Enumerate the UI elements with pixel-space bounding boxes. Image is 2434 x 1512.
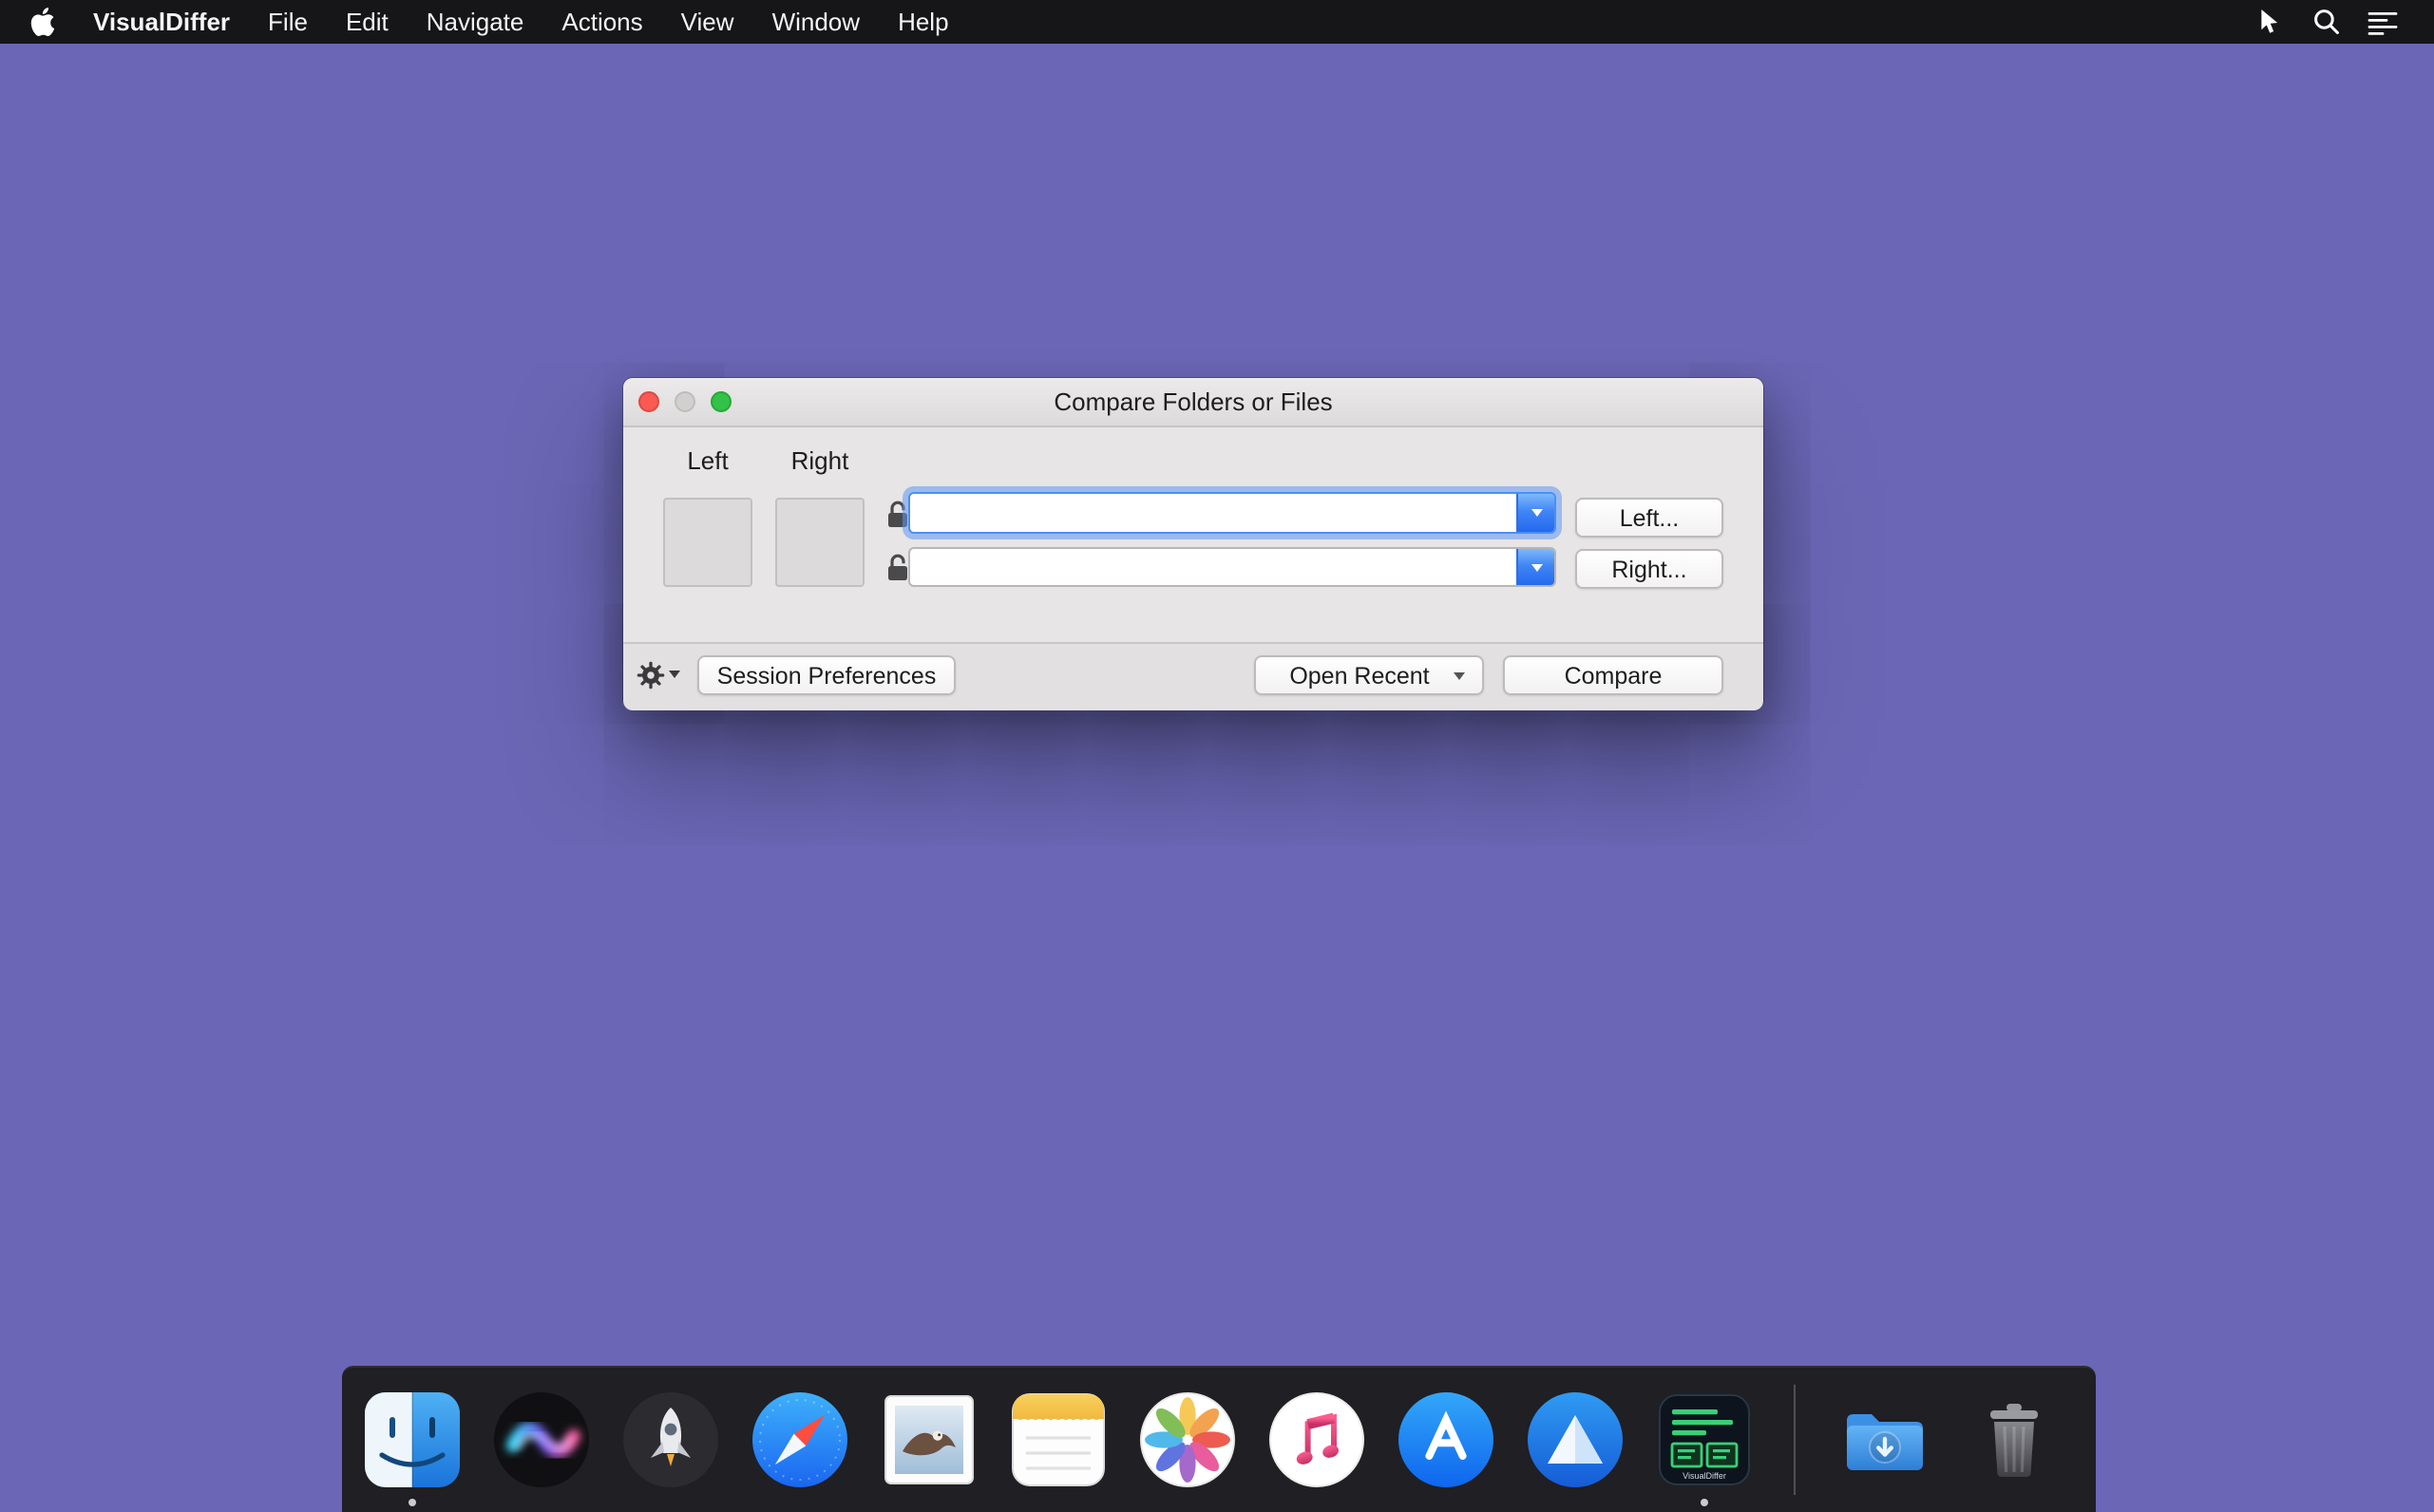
left-drop-well[interactable] bbox=[663, 498, 752, 587]
zoom-button[interactable] bbox=[711, 391, 732, 412]
menu-bar: VisualDiffer File Edit Navigate Actions … bbox=[0, 0, 2434, 44]
menu-help[interactable]: Help bbox=[879, 0, 968, 44]
right-column-label: Right bbox=[790, 446, 849, 475]
spotlight-status-item[interactable] bbox=[2301, 0, 2350, 44]
open-recent-popup[interactable]: Open Recent bbox=[1254, 655, 1484, 695]
dock-separator bbox=[1794, 1385, 1796, 1495]
open-recent-label: Open Recent bbox=[1289, 662, 1430, 689]
session-preferences-button[interactable]: Session Preferences bbox=[697, 655, 956, 695]
chevron-down-icon bbox=[1531, 563, 1542, 571]
pointer-status-item[interactable] bbox=[2244, 0, 2293, 44]
gear-icon bbox=[637, 660, 665, 689]
search-icon bbox=[2313, 9, 2338, 34]
left-column-label: Left bbox=[687, 446, 729, 475]
visualdiffer-dock-icon[interactable]: VisualDiffer bbox=[1653, 1389, 1756, 1491]
unlocked-padlock-icon bbox=[888, 554, 907, 580]
downloads-folder-dock-icon[interactable] bbox=[1834, 1389, 1936, 1491]
desktop: VisualDiffer File Edit Navigate Actions … bbox=[0, 0, 2434, 1512]
menu-actions[interactable]: Actions bbox=[542, 0, 661, 44]
left-path-input[interactable] bbox=[910, 494, 1516, 532]
svg-text:VisualDiffer: VisualDiffer bbox=[1683, 1471, 1726, 1481]
running-indicator-visualdiffer bbox=[1701, 1499, 1708, 1506]
blue-triangle-app-dock-icon[interactable] bbox=[1524, 1389, 1626, 1491]
right-drop-well[interactable] bbox=[775, 498, 865, 587]
right-path-input[interactable] bbox=[910, 549, 1516, 585]
chevron-down-icon bbox=[669, 671, 680, 678]
right-path-dropdown-button[interactable] bbox=[1516, 549, 1554, 585]
chevron-down-icon bbox=[1454, 671, 1465, 679]
left-path-combobox bbox=[908, 492, 1556, 534]
traffic-lights bbox=[638, 378, 732, 425]
menu-edit[interactable]: Edit bbox=[327, 0, 408, 44]
list-lines-icon bbox=[2367, 11, 2398, 34]
running-indicator-finder bbox=[409, 1499, 416, 1506]
window-title: Compare Folders or Files bbox=[1054, 387, 1333, 416]
menu-navigate[interactable]: Navigate bbox=[408, 0, 543, 44]
title-bar[interactable]: Compare Folders or Files bbox=[623, 378, 1763, 427]
right-browse-button[interactable]: Right... bbox=[1575, 549, 1723, 589]
menu-view[interactable]: View bbox=[662, 0, 753, 44]
apple-menu[interactable] bbox=[0, 0, 74, 44]
pointer-icon bbox=[2260, 9, 2277, 33]
left-browse-button[interactable]: Left... bbox=[1575, 498, 1723, 538]
action-gear-menu[interactable] bbox=[637, 655, 686, 693]
safari-dock-icon[interactable] bbox=[749, 1389, 851, 1491]
itunes-dock-icon[interactable] bbox=[1265, 1389, 1368, 1491]
chevron-down-icon bbox=[1531, 509, 1542, 517]
menu-app-name[interactable]: VisualDiffer bbox=[74, 0, 249, 44]
right-lock-toggle[interactable] bbox=[885, 553, 910, 583]
menu-window[interactable]: Window bbox=[753, 0, 880, 44]
left-path-dropdown-button[interactable] bbox=[1516, 494, 1554, 532]
mail-dock-icon[interactable] bbox=[878, 1389, 980, 1491]
dock: VisualDiffer bbox=[342, 1366, 2096, 1512]
unlocked-padlock-icon bbox=[888, 501, 907, 527]
app-store-dock-icon[interactable] bbox=[1395, 1389, 1497, 1491]
close-button[interactable] bbox=[638, 391, 659, 412]
menu-file[interactable]: File bbox=[249, 0, 327, 44]
apple-icon bbox=[30, 8, 55, 36]
compare-dialog-window: Compare Folders or Files Left Right Left… bbox=[623, 378, 1763, 710]
launchpad-dock-icon[interactable] bbox=[619, 1389, 722, 1491]
siri-dock-icon[interactable] bbox=[490, 1389, 593, 1491]
trash-dock-icon[interactable] bbox=[1963, 1389, 2065, 1491]
notification-center-status-item[interactable] bbox=[2358, 0, 2407, 44]
minimize-button-disabled bbox=[675, 391, 695, 412]
right-path-combobox bbox=[908, 547, 1556, 587]
compare-button[interactable]: Compare bbox=[1503, 655, 1723, 695]
notes-dock-icon[interactable] bbox=[1007, 1389, 1110, 1491]
menu-status-area bbox=[2244, 0, 2434, 44]
finder-dock-icon[interactable] bbox=[361, 1389, 464, 1491]
photos-dock-icon[interactable] bbox=[1136, 1389, 1239, 1491]
left-lock-toggle[interactable] bbox=[885, 500, 910, 530]
